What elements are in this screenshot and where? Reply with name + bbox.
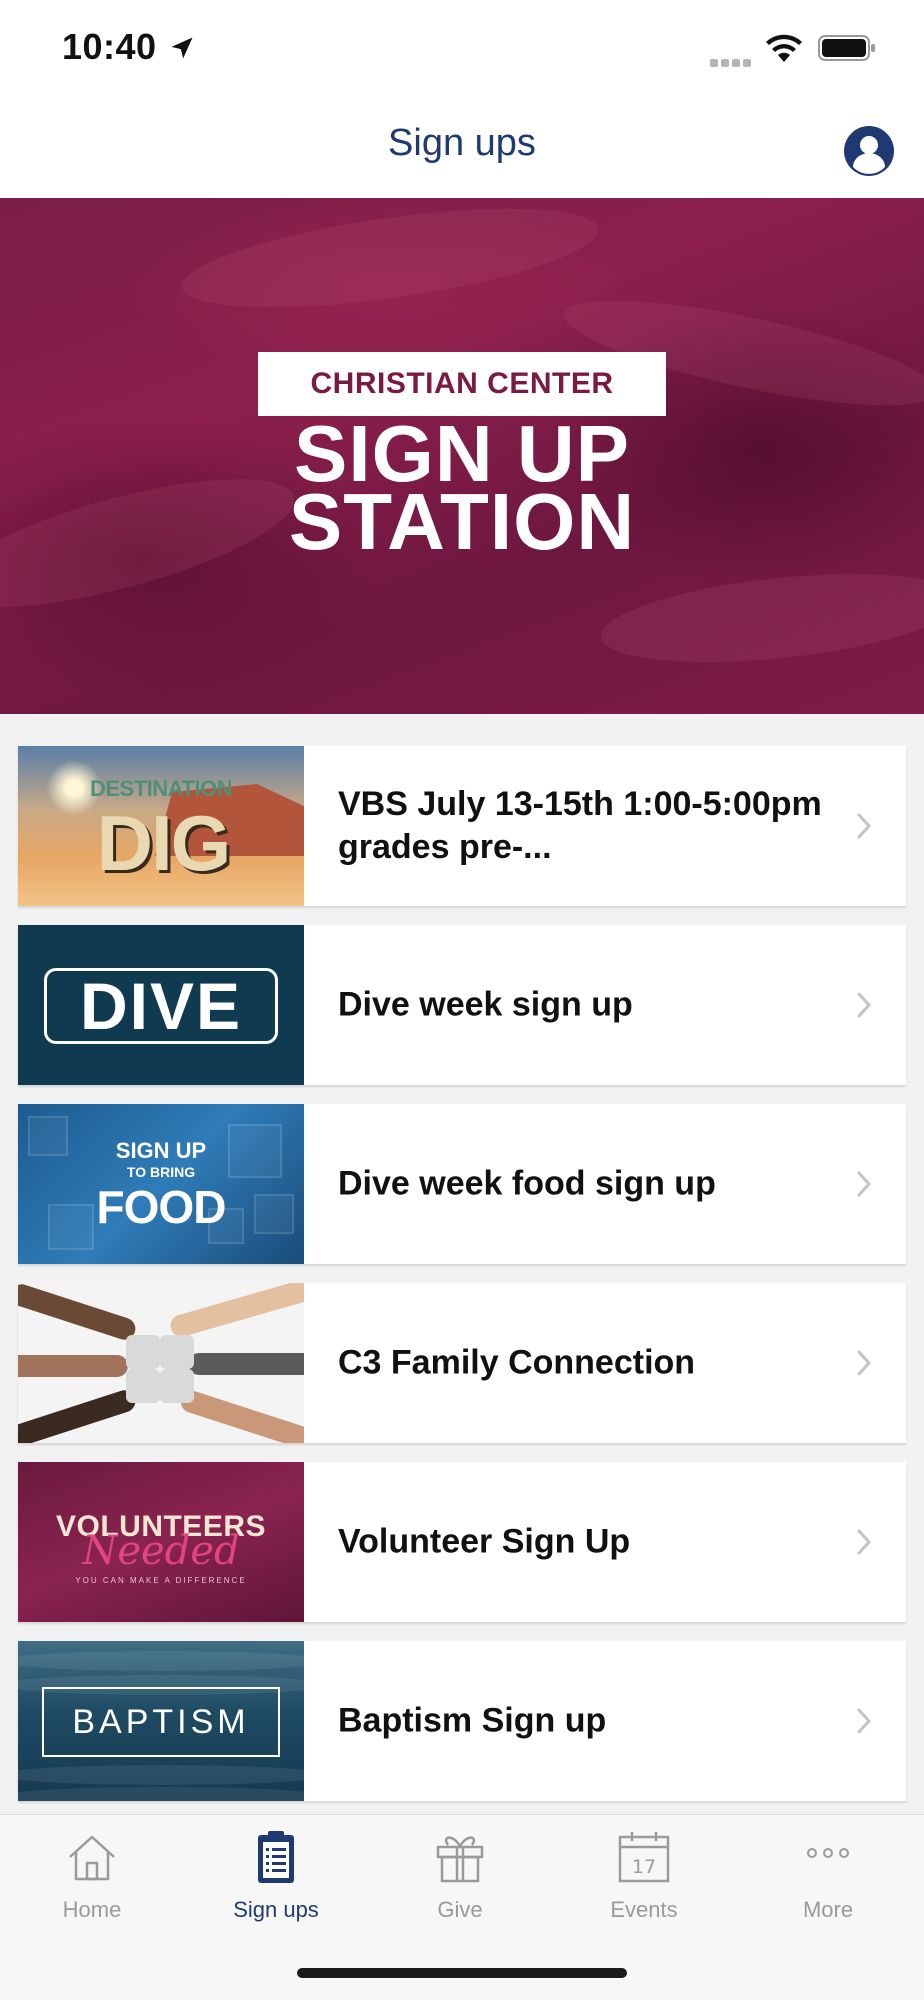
signup-item-title: C3 Family Connection (338, 1343, 696, 1382)
signup-item-volunteer[interactable]: VOLUNTEERS Needed YOU CAN MAKE A DIFFERE… (18, 1462, 906, 1622)
hero-label-box: CHRISTIAN CENTER (258, 352, 666, 416)
thumb-text-main: BAPTISM (72, 1703, 250, 1741)
tab-label: More (802, 1897, 854, 1922)
location-arrow-icon (171, 37, 193, 59)
chevron-right-icon (857, 813, 872, 839)
chevron-right-icon (857, 1350, 872, 1376)
calendar-day-text: 17 (632, 1856, 656, 1878)
tab-label: Home (62, 1897, 122, 1922)
signup-item-title: Baptism Sign up (338, 1701, 607, 1740)
profile-icon[interactable] (842, 124, 896, 178)
calendar-icon: 17 (618, 1832, 670, 1883)
signup-item-vbs[interactable]: DESTINATION DIG VBS July 13-15th 1:00-5:… (18, 746, 906, 906)
dive-thumbnail: DIVE (18, 925, 304, 1085)
thumb-text-main: DIVE (79, 969, 243, 1043)
thumb-text-main: FOOD (96, 1181, 227, 1233)
volunteer-thumbnail: VOLUNTEERS Needed YOU CAN MAKE A DIFFERE… (18, 1462, 304, 1622)
app-screen: 10:40 Sign ups CHRISTIAN CENTER SIGN UP … (0, 0, 924, 2000)
signup-item-c3-family[interactable]: C3 Family Connection (18, 1283, 906, 1443)
wifi-icon (766, 34, 802, 62)
gift-icon (436, 1836, 484, 1883)
thumb-text-main: Needed (82, 1528, 240, 1574)
thumb-text-top: SIGN UP (115, 1138, 207, 1163)
chevron-right-icon (857, 1529, 872, 1555)
home-icon (69, 1835, 115, 1881)
food-thumbnail: SIGN UP TO BRING FOOD (18, 1104, 304, 1264)
tab-label: Events (610, 1897, 678, 1922)
signup-list: DESTINATION DIG VBS July 13-15th 1:00-5:… (18, 746, 906, 1820)
chevron-right-icon (857, 1708, 872, 1734)
signup-item-dive-food[interactable]: SIGN UP TO BRING FOOD Dive week food sig… (18, 1104, 906, 1264)
tab-home[interactable]: Home (0, 1827, 184, 1947)
battery-icon (818, 35, 875, 61)
status-bar: 10:40 (0, 0, 924, 100)
signup-item-dive-week[interactable]: DIVE Dive week sign up (18, 925, 906, 1085)
thumb-text-main: DIG (96, 799, 232, 887)
tab-sign-ups[interactable]: Sign ups (184, 1827, 368, 1947)
page-title: Sign ups (388, 122, 536, 164)
clipboard-icon (258, 1831, 294, 1883)
hero-label: CHRISTIAN CENTER (310, 367, 614, 400)
signup-item-title: Dive week sign up (338, 985, 633, 1024)
signup-item-title: Dive week food sign up (338, 1164, 716, 1203)
thumb-text-mid: TO BRING (126, 1164, 196, 1180)
home-indicator[interactable] (297, 1968, 627, 1978)
signup-item-baptism[interactable]: BAPTISM Baptism Sign up (18, 1641, 906, 1801)
tab-events[interactable]: 17 Events (552, 1827, 736, 1947)
thumb-text-sub: YOU CAN MAKE A DIFFERENCE (75, 1576, 247, 1585)
family-connection-thumbnail (18, 1283, 304, 1443)
more-icon (807, 1848, 849, 1858)
signup-item-title: Volunteer Sign Up (338, 1522, 631, 1561)
chevron-right-icon (857, 992, 872, 1018)
hero-heading-line2: STATION (288, 477, 636, 566)
status-time: 10:40 (62, 26, 157, 67)
tab-more[interactable]: More (736, 1827, 920, 1947)
hero-banner: CHRISTIAN CENTER SIGN UP STATION (0, 198, 924, 714)
chevron-right-icon (857, 1171, 872, 1197)
tab-label: Sign ups (233, 1897, 319, 1922)
nav-bar: Sign ups (0, 100, 924, 198)
cellular-signal-icon (710, 54, 754, 72)
baptism-thumbnail: BAPTISM (18, 1641, 304, 1801)
vbs-thumbnail: DESTINATION DIG (18, 746, 304, 906)
signup-item-title: VBS July 13-15th 1:00-5:00pm grades pre-… (338, 785, 822, 866)
tab-label: Give (437, 1897, 483, 1922)
tab-give[interactable]: Give (368, 1827, 552, 1947)
